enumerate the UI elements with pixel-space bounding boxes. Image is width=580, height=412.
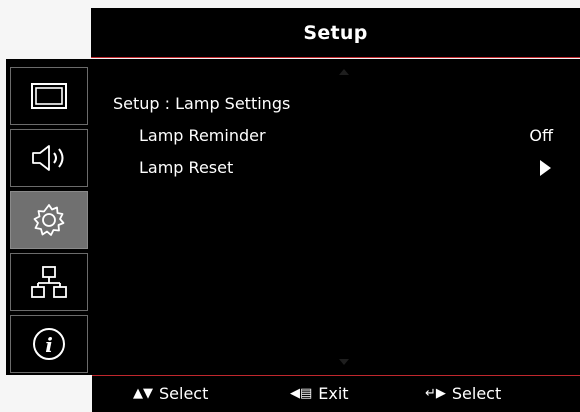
hint-label: Exit	[318, 384, 349, 403]
updown-icon: ▲▼	[133, 386, 153, 401]
menu-row-lamp-reset[interactable]: Lamp Reset	[113, 155, 553, 179]
info-icon: i	[33, 328, 65, 360]
hint-label: Select	[159, 384, 209, 403]
menu-back-icon: ◀▤	[290, 386, 313, 401]
menu-row-label: Lamp Reset	[139, 157, 234, 177]
sidebar: i	[6, 59, 92, 375]
svg-text:i: i	[45, 333, 53, 357]
scroll-down-icon	[339, 359, 349, 365]
menu-row-label: Lamp Reminder	[139, 125, 266, 145]
hint-label: Select	[451, 384, 502, 403]
network-icon	[31, 266, 67, 298]
menu-content: Setup : Lamp Settings Lamp Reminder Off …	[92, 59, 580, 375]
scroll-up-icon	[339, 69, 349, 75]
menu-row-lamp-reminder[interactable]: Lamp Reminder Off	[113, 123, 553, 147]
hint-exit: ◀▤ Exit	[290, 384, 349, 403]
tab-display[interactable]	[10, 67, 88, 125]
hint-enter: ↵▶ Select	[425, 384, 501, 403]
display-icon	[31, 83, 67, 109]
tab-network[interactable]	[10, 253, 88, 311]
triangle-right-icon	[540, 160, 551, 176]
breadcrumb: Setup : Lamp Settings	[113, 94, 291, 113]
tab-info[interactable]: i	[10, 315, 88, 373]
top-strip	[0, 0, 580, 8]
speaker-icon	[32, 145, 64, 171]
page-title: Setup	[303, 21, 368, 44]
tab-setup[interactable]	[10, 191, 88, 249]
gear-icon	[33, 204, 65, 236]
hint-select: ▲▼ Select	[133, 384, 208, 403]
menu-row-value: Off	[529, 125, 553, 145]
menu-header: Setup	[91, 8, 580, 58]
enter-icon: ↵▶	[425, 386, 446, 401]
tab-audio[interactable]	[10, 129, 88, 187]
footer-hints: ▲▼ Select ◀▤ Exit ↵▶ Select	[92, 375, 580, 412]
